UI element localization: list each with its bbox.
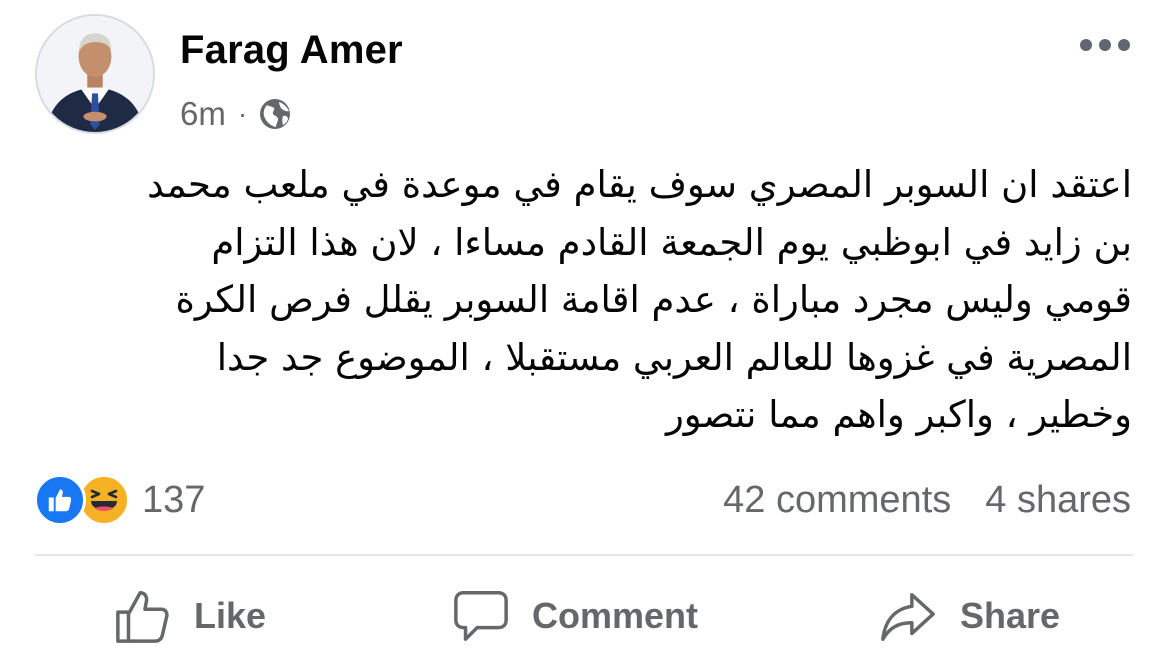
facebook-post: Farag Amer 6m · اعتقد ان السوبر المصري س… — [0, 0, 1169, 658]
post-text-line: المصرية في غزوها للعالم العربي مستقبلا ،… — [216, 335, 1132, 379]
share-arrow-icon — [878, 587, 938, 645]
author-avatar[interactable] — [35, 14, 155, 134]
reaction-count: 137 — [142, 478, 206, 521]
thumbs-up-icon — [114, 587, 172, 645]
post-text-line: اعتقد ان السوبر المصري سوف يقام في موعدة… — [147, 163, 1132, 206]
post-timestamp[interactable]: 6m — [180, 95, 226, 133]
engagement-counts: 42 comments 4 shares — [723, 475, 1131, 525]
post-text-line: وخطير ، واكبر واهم مما نتصور — [665, 393, 1132, 436]
share-label: Share — [960, 595, 1061, 636]
more-options-icon[interactable] — [1070, 26, 1140, 64]
like-button[interactable]: Like — [114, 583, 266, 649]
share-button[interactable]: Share — [878, 583, 1060, 649]
like-label: Like — [194, 595, 267, 636]
author-name[interactable]: Farag Amer — [180, 28, 403, 73]
post-text-line: قومي وليس مجرد مباراة ، عدم اقامة السوبر… — [175, 278, 1132, 321]
globe-icon — [257, 96, 293, 132]
meta-separator: · — [237, 98, 248, 129]
comment-label: Comment — [532, 595, 699, 636]
post-text-line: بن زايد في ابوظبي يوم الجمعة القادم مساء… — [211, 220, 1132, 264]
divider — [35, 554, 1133, 556]
reactions-summary[interactable]: 137 — [34, 473, 205, 527]
comment-bubble-icon — [452, 587, 510, 645]
comment-button[interactable]: Comment — [452, 583, 698, 649]
post-text: اعتقد ان السوبر المصري سوف يقام في موعدة… — [30, 156, 1132, 444]
post-meta: 6m · — [180, 92, 293, 136]
shares-count[interactable]: 4 shares — [985, 479, 1131, 522]
like-reaction-icon — [34, 474, 86, 526]
comments-count[interactable]: 42 comments — [723, 479, 951, 522]
